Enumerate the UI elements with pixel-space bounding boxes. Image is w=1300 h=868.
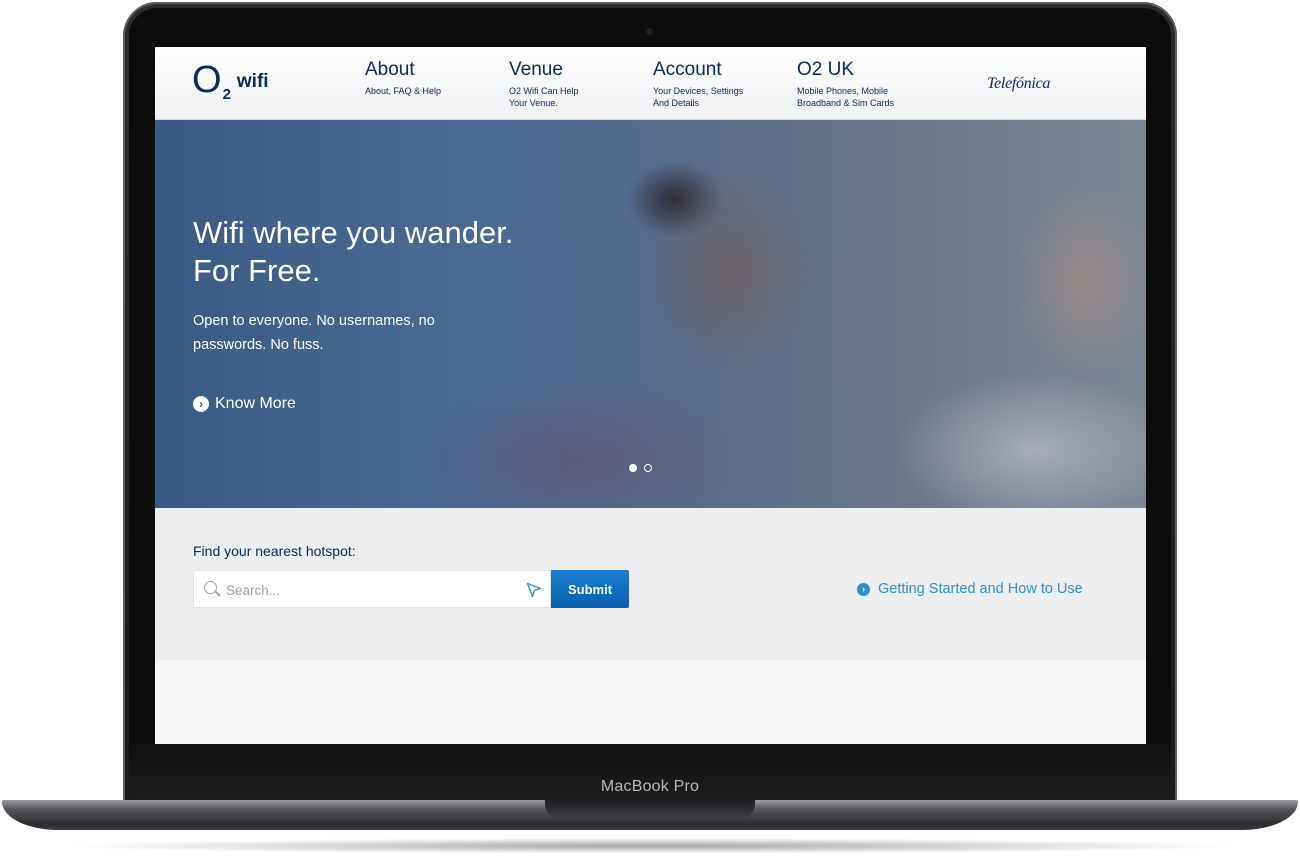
device-model-label: MacBook Pro xyxy=(600,778,700,795)
laptop-shadow xyxy=(60,838,1240,854)
nav-title: Account xyxy=(653,59,722,80)
laptop-notch xyxy=(545,800,755,818)
nav-item-about[interactable]: About About, FAQ & Help xyxy=(365,59,485,97)
carousel-indicators xyxy=(629,464,652,472)
hotspot-search-section: Find your nearest hotspot: Submit › Gett… xyxy=(155,508,1146,660)
browser-viewport: O 2 wifi About About, FAQ & Help Venue O… xyxy=(155,47,1146,744)
logo-wordmark: wifi xyxy=(236,71,269,92)
know-more-label: Know More xyxy=(215,395,296,412)
telefonica-logo[interactable]: Telefónica xyxy=(987,75,1050,93)
hero-subtitle: Open to everyone. No usernames, no passw… xyxy=(193,313,435,353)
nav-item-account[interactable]: Account Your Devices, Settings And Detai… xyxy=(653,59,753,109)
hero-title-line: For Free. xyxy=(193,253,321,288)
search-input[interactable] xyxy=(224,571,518,609)
o2-wifi-logo[interactable]: O 2 wifi xyxy=(192,59,269,103)
chevron-right-circle-icon: › xyxy=(193,396,209,412)
nav-subtitle: Your Devices, Settings And Details xyxy=(653,86,744,108)
getting-started-label: Getting Started and How to Use xyxy=(878,581,1083,597)
hero-title: Wifi where you wander. For Free. xyxy=(193,214,513,290)
nav-subtitle: O2 Wifi Can Help Your Venue. xyxy=(509,86,579,108)
nav-title: Venue xyxy=(509,59,563,80)
location-arrow-icon[interactable] xyxy=(526,582,542,598)
nav-item-venue[interactable]: Venue O2 Wifi Can Help Your Venue. xyxy=(509,59,593,109)
nav-subtitle: Mobile Phones, Mobile Broadband & Sim Ca… xyxy=(797,86,895,108)
hero-banner: Wifi where you wander. For Free. Open to… xyxy=(155,120,1146,508)
camera xyxy=(646,28,653,35)
nav-item-o2-uk[interactable]: O2 UK Mobile Phones, Mobile Broadband & … xyxy=(797,59,905,109)
search-box xyxy=(193,570,551,609)
nav-title: O2 UK xyxy=(797,59,855,80)
submit-button[interactable]: Submit xyxy=(551,570,629,608)
know-more-link[interactable]: › Know More xyxy=(193,395,296,413)
search-icon xyxy=(204,581,217,594)
nav-title: About xyxy=(365,59,415,80)
search-label: Find your nearest hotspot: xyxy=(193,543,356,559)
logo-letter: O xyxy=(192,59,222,101)
nav-subtitle: About, FAQ & Help xyxy=(365,86,442,96)
carousel-dot[interactable] xyxy=(629,464,637,472)
logo-subscript: 2 xyxy=(222,86,231,103)
site-header: O 2 wifi About About, FAQ & Help Venue O… xyxy=(155,47,1146,120)
chevron-right-circle-icon: › xyxy=(857,582,870,596)
hero-title-line: Wifi where you wander. xyxy=(193,215,514,250)
content-area xyxy=(155,660,1146,744)
carousel-dot[interactable] xyxy=(644,464,652,472)
getting-started-link[interactable]: › Getting Started and How to Use xyxy=(857,581,1083,597)
